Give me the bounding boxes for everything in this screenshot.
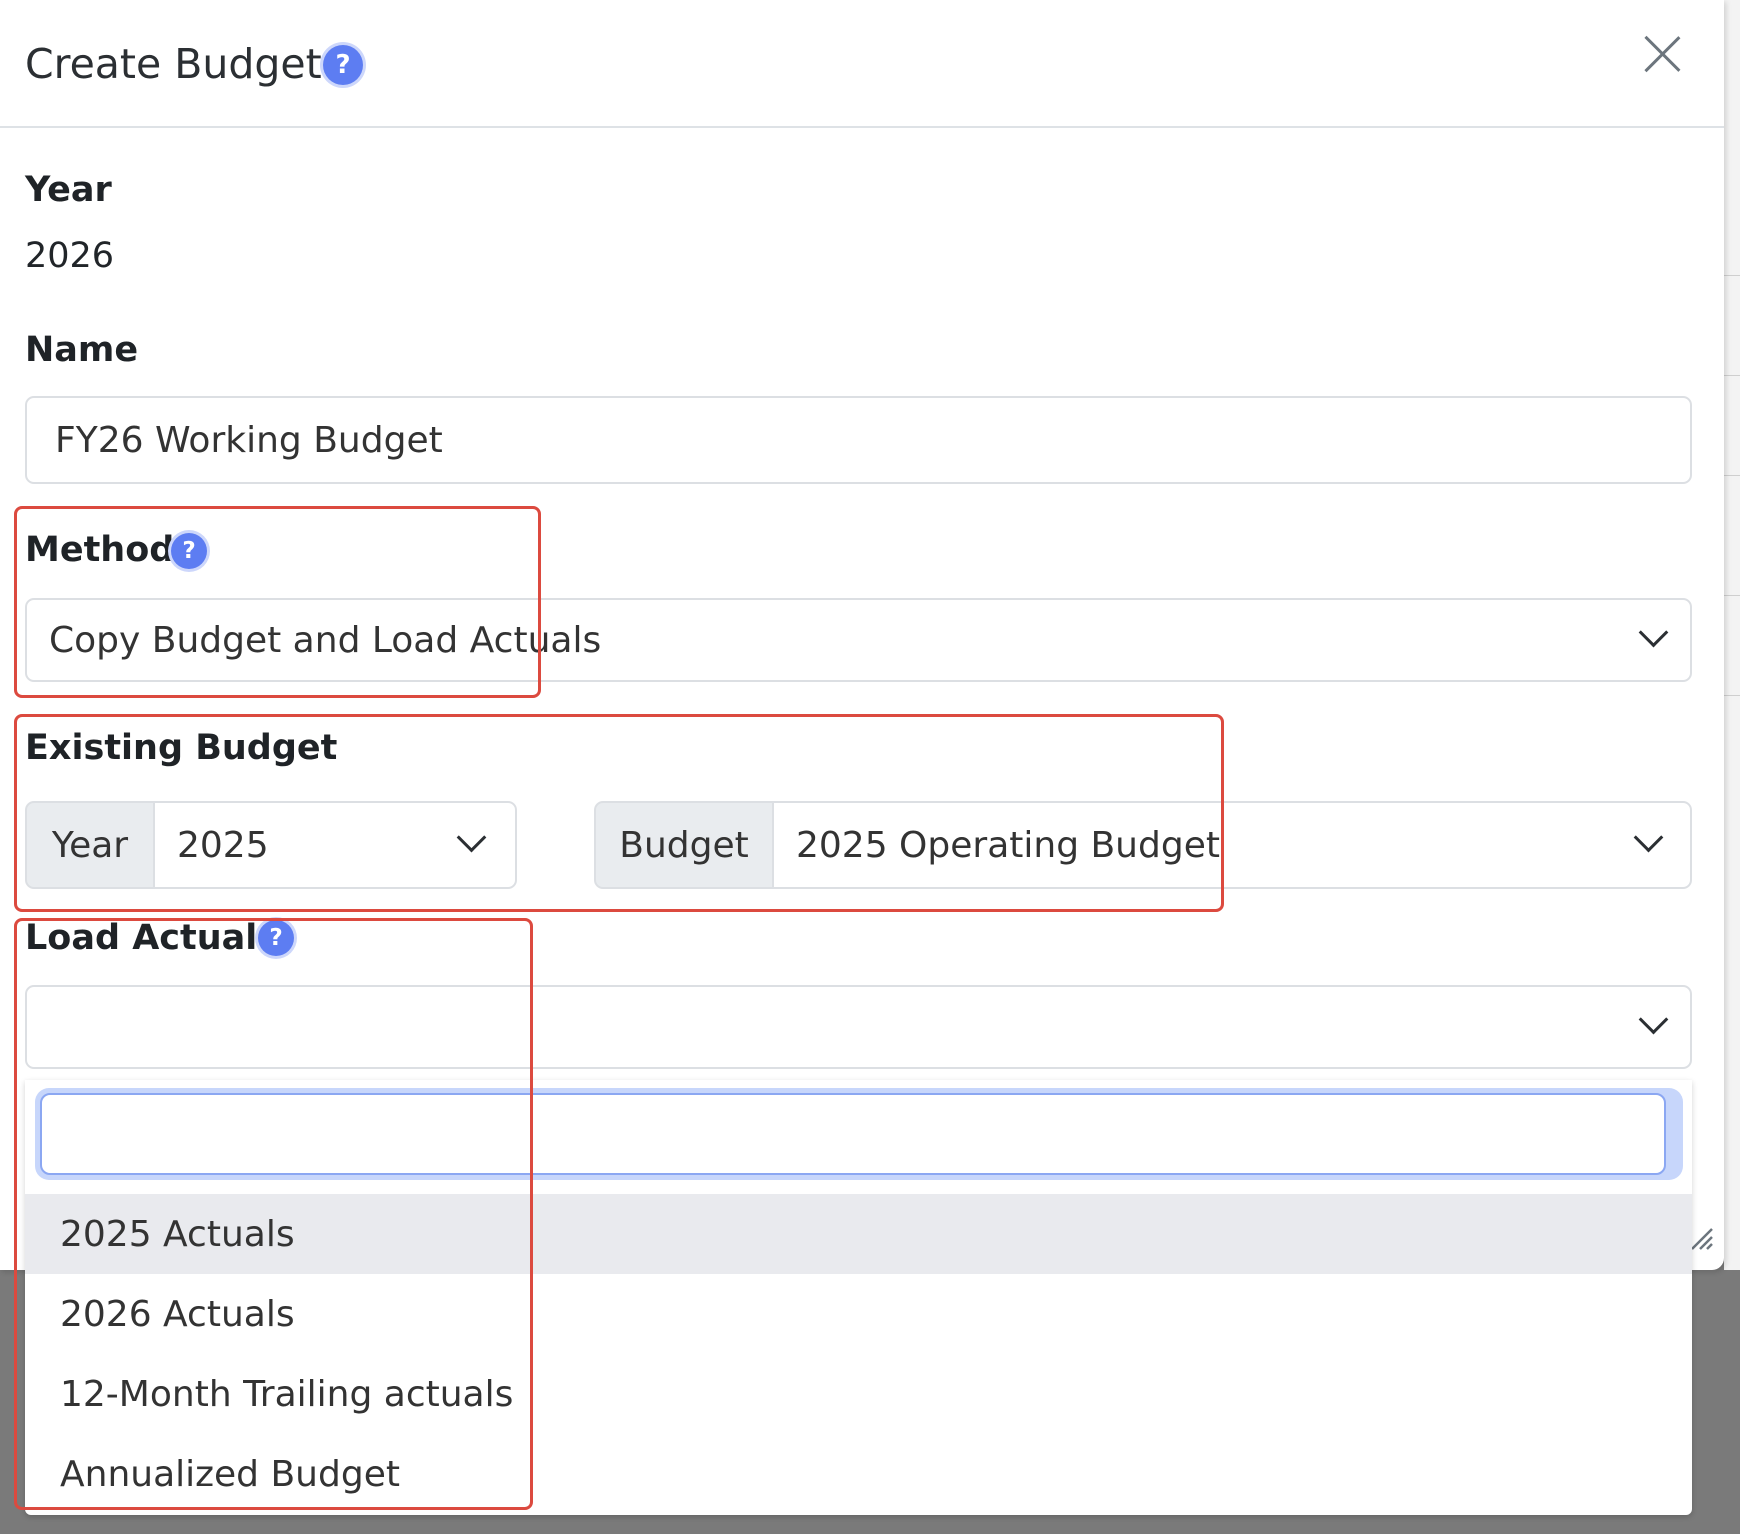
year-label: Year bbox=[25, 170, 112, 210]
budget-addon: Budget bbox=[594, 801, 774, 889]
year-addon-text: Year bbox=[51, 824, 129, 866]
dropdown-option[interactable]: 2026 Actuals bbox=[25, 1274, 1692, 1354]
load-actuals-dropdown: 2025 Actuals 2026 Actuals 12-Month Trail… bbox=[25, 1080, 1692, 1515]
close-icon[interactable] bbox=[1640, 32, 1684, 76]
name-label: Name bbox=[25, 330, 139, 370]
dropdown-option-label: 2026 Actuals bbox=[60, 1293, 295, 1335]
dropdown-option[interactable]: 2025 Actuals bbox=[25, 1194, 1692, 1274]
year-addon: Year bbox=[25, 801, 155, 889]
method-select[interactable]: Copy Budget and Load Actuals bbox=[25, 598, 1692, 682]
method-label: Method bbox=[25, 530, 174, 570]
load-actuals-select[interactable] bbox=[25, 985, 1692, 1069]
title-help-icon[interactable]: ? bbox=[323, 45, 363, 85]
existing-year-value: 2025 bbox=[177, 824, 269, 866]
method-select-value: Copy Budget and Load Actuals bbox=[49, 619, 602, 661]
dropdown-search-focus-ring bbox=[35, 1088, 1683, 1180]
budget-addon-text: Budget bbox=[619, 824, 749, 866]
load-actuals-help-icon[interactable]: ? bbox=[258, 920, 294, 956]
modal-header: Create Budget ? bbox=[0, 0, 1724, 128]
year-value: 2026 bbox=[25, 236, 115, 276]
name-input-value: FY26 Working Budget bbox=[55, 419, 443, 461]
existing-budget-value: 2025 Operating Budget bbox=[796, 824, 1220, 866]
resize-grip-icon[interactable] bbox=[1690, 1227, 1714, 1251]
chevron-down-icon bbox=[456, 822, 487, 853]
dropdown-search-input[interactable] bbox=[40, 1093, 1666, 1175]
method-label-text: Method bbox=[25, 530, 175, 570]
dropdown-option-label: 12-Month Trailing actuals bbox=[60, 1373, 514, 1415]
method-help-icon[interactable]: ? bbox=[171, 533, 207, 569]
modal-title: Create Budget bbox=[25, 40, 322, 88]
dropdown-option[interactable]: 12-Month Trailing actuals bbox=[25, 1354, 1692, 1434]
existing-budget-label: Existing Budget bbox=[25, 728, 338, 768]
load-actuals-label: Load Actuals bbox=[25, 918, 278, 958]
existing-year-select[interactable]: 2025 bbox=[153, 801, 517, 889]
background-page-edge bbox=[1724, 0, 1740, 1270]
load-actuals-label-text: Load Actuals bbox=[25, 918, 279, 958]
existing-budget-select[interactable]: 2025 Operating Budget bbox=[772, 801, 1692, 889]
name-input[interactable]: FY26 Working Budget bbox=[25, 396, 1692, 484]
dropdown-option-label: 2025 Actuals bbox=[60, 1213, 295, 1255]
dropdown-option-label: Annualized Budget bbox=[60, 1453, 400, 1495]
dropdown-option[interactable]: Annualized Budget bbox=[25, 1434, 1692, 1514]
chevron-down-icon bbox=[1633, 822, 1664, 853]
chevron-down-icon bbox=[1638, 617, 1669, 648]
chevron-down-icon bbox=[1638, 1004, 1669, 1035]
